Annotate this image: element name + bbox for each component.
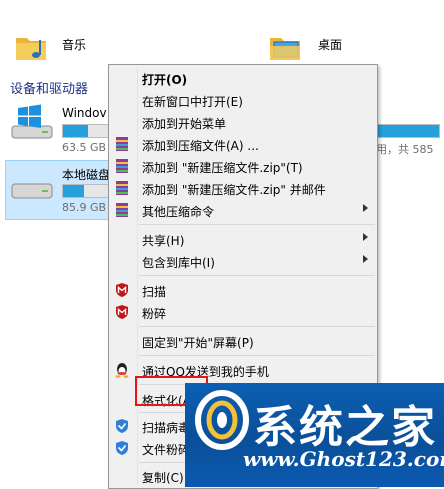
menu-item-open-new-window[interactable]: 在新窗口中打开(E): [109, 89, 377, 111]
drive-usage-bar-windows: [62, 124, 110, 138]
submenu-arrow-icon: [363, 233, 368, 241]
qq-penguin-icon: [115, 363, 129, 378]
menu-separator: [139, 275, 375, 276]
menu-item-label: 添加到开始菜单: [142, 117, 227, 131]
folder-label-desktop[interactable]: 桌面: [318, 36, 342, 53]
security-shield-icon: [116, 441, 128, 455]
menu-item-label: 其他压缩命令: [142, 205, 215, 219]
watermark-url: www.Ghost123.com: [243, 447, 444, 471]
folder-label-music[interactable]: 音乐: [62, 36, 86, 53]
menu-item-label: 添加到压缩文件(A) ...: [142, 139, 259, 153]
menu-item-scan[interactable]: 扫描: [109, 279, 377, 301]
menu-item-pin-to-start[interactable]: 固定到"开始"屏幕(P): [109, 330, 377, 352]
menu-item-label: 粉碎: [142, 307, 167, 321]
music-folder-icon[interactable]: [14, 32, 48, 62]
submenu-arrow-icon: [363, 204, 368, 212]
menu-item-label: 包含到库中(I): [142, 256, 215, 270]
desktop-folder-icon[interactable]: [268, 32, 302, 62]
drive-size-windows: 63.5 GB: [62, 141, 107, 154]
menu-item-add-to-zip-email[interactable]: 添加到 "新建压缩文件.zip" 并邮件: [109, 177, 377, 199]
menu-item-label: 添加到 "新建压缩文件.zip"(T): [142, 161, 303, 175]
menu-item-label: 打开(O): [142, 73, 188, 87]
drive-usage-bar-other: [376, 124, 440, 138]
menu-item-shred[interactable]: 粉碎: [109, 301, 377, 323]
menu-item-label: 复制(C): [142, 471, 184, 485]
menu-item-label: 扫描: [142, 285, 167, 299]
windows-drive-icon[interactable]: [8, 104, 56, 144]
menu-item-add-to-zip[interactable]: 添加到 "新建压缩文件.zip"(T): [109, 155, 377, 177]
watermark-banner: 系统之家 www.Ghost123.com: [185, 383, 444, 487]
mcafee-shield-icon: [116, 283, 128, 297]
drive-name-local-disk[interactable]: 本地磁盘: [62, 166, 110, 183]
menu-item-add-to-start[interactable]: 添加到开始菜单: [109, 111, 377, 133]
section-header-devices: 设备和驱动器: [10, 82, 89, 97]
watermark-title: 系统之家: [253, 402, 437, 453]
menu-item-open[interactable]: 打开(O): [109, 67, 377, 89]
winrar-icon: [116, 181, 128, 195]
winrar-icon: [116, 159, 128, 173]
menu-item-label: 固定到"开始"屏幕(P): [142, 336, 254, 350]
menu-item-add-to-archive[interactable]: 添加到压缩文件(A) ...: [109, 133, 377, 155]
drive-name-windows[interactable]: Windov: [62, 106, 107, 120]
submenu-arrow-icon: [363, 255, 368, 263]
menu-item-other-compress[interactable]: 其他压缩命令: [109, 199, 377, 221]
menu-item-label: 扫描病毒: [142, 421, 191, 435]
menu-separator: [139, 326, 375, 327]
menu-item-include-in-library[interactable]: 包含到库中(I): [109, 250, 377, 272]
menu-separator: [139, 355, 375, 356]
security-shield-icon: [116, 419, 128, 433]
menu-item-label: 添加到 "新建压缩文件.zip" 并邮件: [142, 183, 326, 197]
menu-item-label: 文件粉碎: [142, 443, 191, 457]
winrar-icon: [116, 137, 128, 151]
menu-item-label: 共享(H): [142, 234, 185, 248]
menu-item-share[interactable]: 共享(H): [109, 228, 377, 250]
drive-usage-bar-local-disk: [62, 184, 110, 198]
drive-size-local-disk: 85.9 GB: [62, 201, 107, 214]
mcafee-shield-icon: [116, 305, 128, 319]
watermark-logo-icon: [195, 390, 249, 450]
menu-item-label: 在新窗口中打开(E): [142, 95, 243, 109]
winrar-icon: [116, 203, 128, 217]
drive-free-text-windows: 用，共 585: [376, 143, 434, 156]
menu-separator: [139, 224, 375, 225]
local-disk-icon[interactable]: [8, 176, 56, 206]
